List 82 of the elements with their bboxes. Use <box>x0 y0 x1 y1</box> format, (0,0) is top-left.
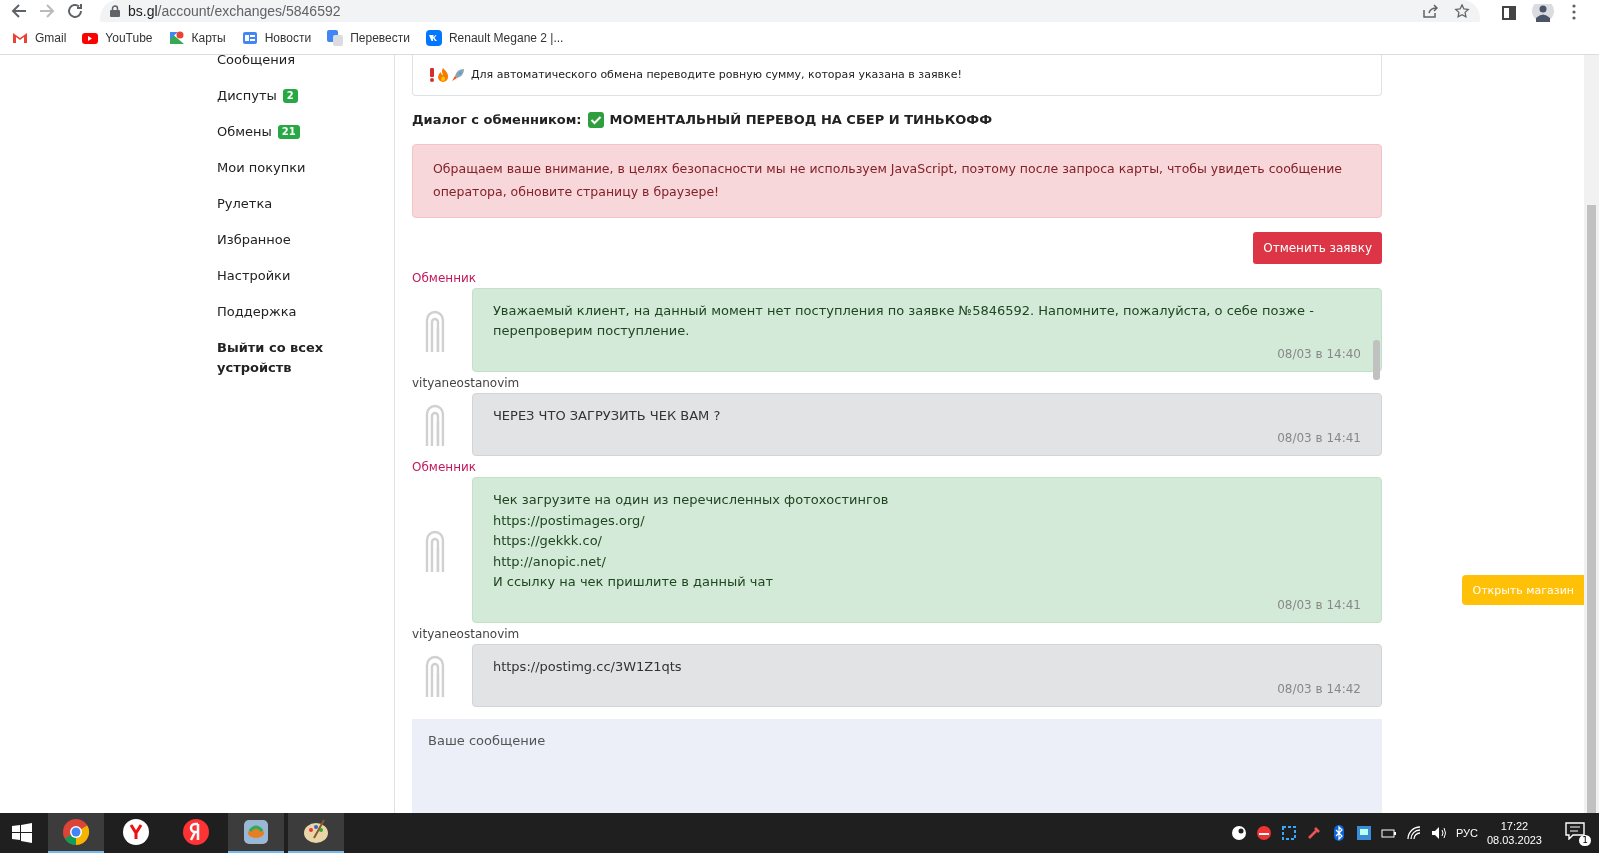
sidebar-label: Обмены <box>217 123 272 141</box>
language-indicator[interactable]: РУС <box>1455 827 1478 839</box>
app-icon[interactable] <box>1255 825 1272 841</box>
play-icon <box>82 30 99 46</box>
page-scrollbar[interactable] <box>1584 55 1599 813</box>
security-alert: Обращаем ваше внимание, в целях безопасности мы не используем JavaScript, поэтому после запроса карты, чтобы увидеть сообщение оператора, обновите страницу в браузере! <box>412 143 1382 218</box>
notification-button[interactable]: 1 <box>1565 822 1589 844</box>
bookmark[interactable]: Gmail <box>12 30 67 46</box>
sidebar-item[interactable]: Настройки <box>217 258 337 294</box>
bookmark[interactable]: Новости <box>241 30 312 46</box>
message-text: И ссылку на чек пришлите в данный чат <box>492 573 774 592</box>
scrollbar-thumb[interactable] <box>1373 339 1380 380</box>
reload-icon[interactable] <box>66 2 84 20</box>
vk-icon <box>425 30 442 46</box>
sidebar-item[interactable]: Диспуты 2 <box>217 78 337 114</box>
speaker-icon[interactable] <box>1430 825 1447 841</box>
clock-date: 08.03.2023 <box>1486 833 1542 847</box>
sidebar-item[interactable]: Мои покупки <box>217 150 337 186</box>
windows-start-icon[interactable] <box>12 823 32 843</box>
news-icon <box>241 30 258 46</box>
side-panel-icon[interactable] <box>1502 6 1516 20</box>
clock-time: 17:22 <box>1500 819 1529 833</box>
cancel-request-button[interactable]: Отменить заявку <box>1253 231 1382 264</box>
message-author: vityaneostanovim <box>412 625 520 642</box>
message-time: 08/03 в 14:41 <box>1277 431 1361 446</box>
message-text: Чек загрузите на один из перечисленных фотохостингов <box>492 491 890 510</box>
message-time: 08/03 в 14:42 <box>1277 682 1361 697</box>
rocket-icon <box>451 67 465 82</box>
message-author: vityaneostanovim <box>412 374 520 391</box>
sidebar-item[interactable]: Выйти со всех устройств <box>217 330 337 386</box>
count-badge: 2 <box>282 89 298 103</box>
exclamation-icon <box>429 67 435 82</box>
sidebar-item[interactable]: Рулетка <box>217 186 337 222</box>
message-text: https://gekkk.co/ <box>492 532 603 551</box>
message-input[interactable]: Ваше сообщение <box>412 718 1382 813</box>
mail-icon <box>12 30 28 46</box>
wifi-icon[interactable] <box>1405 825 1422 841</box>
share-icon[interactable] <box>1422 4 1438 18</box>
message-text: https://postimages.org/ <box>492 511 646 530</box>
message-text: http://anopic.net/ <box>492 552 607 571</box>
dialog-title: МОМЕНТАЛЬНЫЙ ПЕРЕВОД НА СБЕР И ТИНЬКОФФ <box>609 112 993 128</box>
notice-text: Для автоматического обмена переводите ровную сумму, которая указана в заявке! <box>471 68 962 82</box>
star-icon[interactable] <box>1454 4 1470 18</box>
notification-icon <box>1565 822 1585 840</box>
bookmark[interactable]: YouTube <box>82 30 153 46</box>
browser-icon[interactable] <box>122 818 150 846</box>
message-text: https://postimg.cc/3W1Z1qts <box>492 657 683 676</box>
notification-count: 1 <box>1579 835 1591 846</box>
scrollbar-thumb[interactable] <box>1587 205 1596 813</box>
bookmark[interactable]: Перевести <box>327 30 410 46</box>
chrome-icon[interactable] <box>62 818 90 846</box>
dialog-label: Диалог с обменником: <box>412 112 582 128</box>
message-text: Уважаемый клиент, на данный момент нет поступления по заявке №5846592. Напомните, пожалуйста, о себе позже - перепроверим поступление. <box>492 301 1315 341</box>
lock-icon <box>110 5 120 17</box>
profile-icon[interactable] <box>1532 4 1554 22</box>
menu-icon[interactable] <box>1572 4 1576 20</box>
palette-icon[interactable] <box>302 818 330 846</box>
message-author: Обменник <box>412 459 477 476</box>
count-badge: 21 <box>277 125 300 139</box>
message-author: Обменник <box>412 269 477 286</box>
bookmark[interactable]: Карты <box>168 30 226 46</box>
sidebar-item[interactable]: Обмены 21 <box>217 114 337 150</box>
message-text: ЧЕРЕЗ ЧТО ЗАГРУЗИТЬ ЧЕК ВАМ ? <box>492 406 722 425</box>
sidebar-item[interactable]: Избранное <box>217 222 337 258</box>
checkmark-icon <box>587 111 604 128</box>
back-icon[interactable] <box>10 2 28 20</box>
monitor-icon[interactable] <box>1355 825 1372 841</box>
steam-icon[interactable] <box>1230 825 1247 841</box>
logo-icon <box>424 402 446 447</box>
screenshot-icon[interactable] <box>1280 825 1297 841</box>
sidebar-label: Диспуты <box>217 87 277 105</box>
translate-icon <box>327 30 344 46</box>
map-pin-icon <box>168 30 185 46</box>
clock[interactable]: 17:22 08.03.2023 <box>1486 819 1542 847</box>
browser-icon[interactable] <box>182 818 210 846</box>
logo-icon <box>424 653 446 698</box>
address-bar[interactable]: bs.gl/account/exchanges/5846592 <box>100 0 1480 22</box>
message-time: 08/03 в 14:40 <box>1277 346 1361 361</box>
flame-icon <box>437 67 449 82</box>
message-time: 08/03 в 14:41 <box>1277 597 1361 612</box>
sidebar-item[interactable]: Поддержка <box>217 294 337 330</box>
bookmark[interactable]: Renault Megane 2 |... <box>425 30 564 46</box>
